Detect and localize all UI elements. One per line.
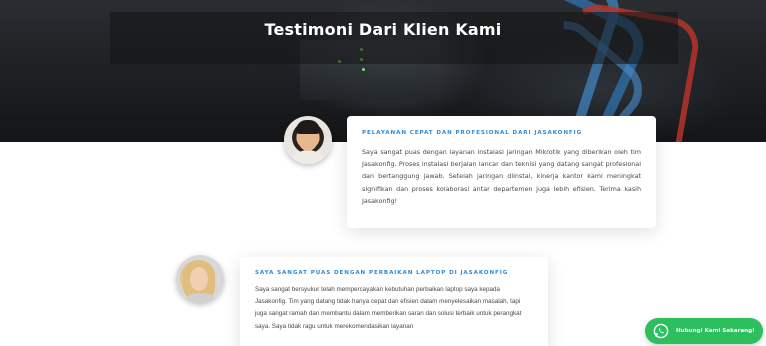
whatsapp-contact-button[interactable]: Hubungi Kami Sekarang! <box>645 318 763 344</box>
testimonial-avatar <box>284 116 332 164</box>
status-led <box>362 68 365 71</box>
testimonial-heading: PELAYANAN CEPAT DAN PROFESIONAL DARI JAS… <box>362 130 583 136</box>
testimonial-card: SAYA SANGAT PUAS DENGAN PERBAIKAN LAPTOP… <box>240 257 548 346</box>
whatsapp-button-label: Hubungi Kami Sekarang! <box>676 328 755 334</box>
testimonial-heading: SAYA SANGAT PUAS DENGAN PERBAIKAN LAPTOP… <box>255 270 509 276</box>
testimonial-text: Saya sangat puas dengan layanan instalas… <box>362 148 641 205</box>
testimonial-card: PELAYANAN CEPAT DAN PROFESIONAL DARI JAS… <box>347 116 656 228</box>
whatsapp-icon <box>653 323 669 339</box>
testimonial-avatar <box>176 255 224 303</box>
page-title: Testimoni Dari Klien Kami <box>264 20 502 39</box>
testimonial-text: Saya sangat bersyukur telah mempercayaka… <box>255 286 522 330</box>
